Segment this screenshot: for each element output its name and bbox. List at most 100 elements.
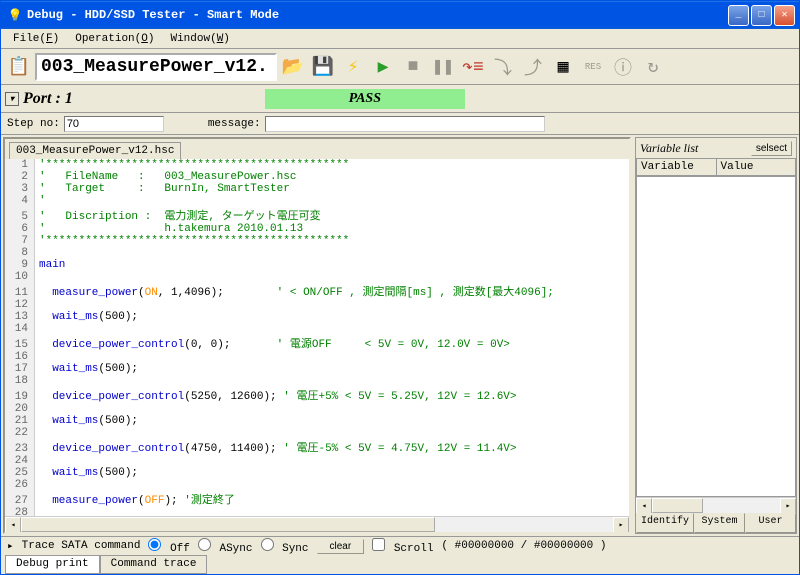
code-line[interactable]: 14 <box>5 323 629 335</box>
tab-identify[interactable]: Identify <box>636 513 694 533</box>
code-content[interactable] <box>35 403 629 415</box>
code-content[interactable]: '***************************************… <box>35 235 629 247</box>
res-icon: RES <box>579 53 607 81</box>
code-line[interactable]: 26 <box>5 479 629 491</box>
code-line[interactable]: 2' FileName : 003_MeasurePower.hsc <box>5 171 629 183</box>
code-content[interactable] <box>35 247 629 259</box>
code-content[interactable]: device_power_control(5250, 12600); ' 電圧+… <box>35 387 629 403</box>
column-variable[interactable]: Variable <box>637 159 717 175</box>
code-content[interactable]: ' Discription : 電力測定, ターゲット電圧可変 <box>35 207 629 223</box>
horizontal-scrollbar[interactable]: ◂ ▸ <box>5 516 629 532</box>
code-content[interactable] <box>35 299 629 311</box>
code-content[interactable] <box>35 455 629 467</box>
code-line[interactable]: 19 device_power_control(5250, 12600); ' … <box>5 387 629 403</box>
code-line[interactable]: 22 <box>5 427 629 439</box>
code-content[interactable]: '***************************************… <box>35 159 629 171</box>
code-content[interactable]: main <box>35 259 629 271</box>
radio-sync[interactable]: Sync <box>261 538 309 555</box>
code-content[interactable]: device_power_control(0, 0); ' 電源OFF < 5V… <box>35 335 629 351</box>
code-content[interactable]: wait_ms(500); <box>35 467 629 479</box>
code-line[interactable]: 9main <box>5 259 629 271</box>
code-line[interactable]: 27 measure_power(OFF); '測定終了 <box>5 491 629 507</box>
code-content[interactable] <box>35 427 629 439</box>
var-horizontal-scrollbar[interactable]: ◂ ▸ <box>636 497 796 513</box>
code-line[interactable]: 15 device_power_control(0, 0); ' 電源OFF <… <box>5 335 629 351</box>
code-line[interactable]: 10 <box>5 271 629 283</box>
code-content[interactable]: ' h.takemura 2010.01.13 <box>35 223 629 235</box>
close-button[interactable]: ✕ <box>774 5 795 26</box>
code-line[interactable]: 20 <box>5 403 629 415</box>
variable-title: Variable list <box>640 141 698 156</box>
checkbox-scroll[interactable]: Scroll <box>372 538 433 555</box>
code-editor[interactable]: 1'**************************************… <box>5 159 629 516</box>
tab-user[interactable]: User <box>745 513 796 533</box>
code-tab[interactable]: 003_MeasurePower_v12.hsc <box>9 142 181 159</box>
code-content[interactable]: measure_power(OFF); '測定終了 <box>35 491 629 507</box>
code-content[interactable]: wait_ms(500); <box>35 311 629 323</box>
code-line[interactable]: 25 wait_ms(500); <box>5 467 629 479</box>
code-line[interactable]: 7'**************************************… <box>5 235 629 247</box>
column-value[interactable]: Value <box>717 159 796 175</box>
open-folder-icon[interactable]: 📂 <box>279 53 307 81</box>
line-number: 3 <box>5 183 35 195</box>
code-content[interactable]: ' <box>35 195 629 207</box>
code-line[interactable]: 13 wait_ms(500); <box>5 311 629 323</box>
code-content[interactable]: measure_power(ON, 1,4096); ' < ON/OFF , … <box>35 283 629 299</box>
code-line[interactable]: 4' <box>5 195 629 207</box>
expand-icon[interactable]: ▸ <box>7 539 14 553</box>
scroll-right-icon[interactable]: ▸ <box>780 498 796 514</box>
code-content[interactable]: wait_ms(500); <box>35 415 629 427</box>
code-content[interactable] <box>35 351 629 363</box>
scroll-right-icon[interactable]: ▸ <box>613 517 629 533</box>
lightning-icon[interactable]: ⚡ <box>339 53 367 81</box>
select-button[interactable]: selsect <box>751 141 792 156</box>
code-line[interactable]: 11 measure_power(ON, 1,4096); ' < ON/OFF… <box>5 283 629 299</box>
menu-window[interactable]: Window(W) <box>162 31 237 47</box>
scroll-left-icon[interactable]: ◂ <box>636 498 652 514</box>
code-line[interactable]: 21 wait_ms(500); <box>5 415 629 427</box>
code-line[interactable]: 1'**************************************… <box>5 159 629 171</box>
code-line[interactable]: 16 <box>5 351 629 363</box>
code-content[interactable]: ' Target : BurnIn, SmartTester <box>35 183 629 195</box>
save-icon[interactable]: 💾 <box>309 53 337 81</box>
menu-file[interactable]: File(F) <box>5 31 67 47</box>
filename-input[interactable] <box>35 53 277 81</box>
code-content[interactable] <box>35 479 629 491</box>
code-line[interactable]: 23 device_power_control(4750, 11400); ' … <box>5 439 629 455</box>
code-content[interactable] <box>35 375 629 387</box>
code-line[interactable]: 18 <box>5 375 629 387</box>
variable-body[interactable] <box>636 176 796 497</box>
scroll-left-icon[interactable]: ◂ <box>5 517 21 533</box>
code-line[interactable]: 24 <box>5 455 629 467</box>
step-input[interactable] <box>64 116 164 132</box>
code-line[interactable]: 17 wait_ms(500); <box>5 363 629 375</box>
grid-icon[interactable]: ▦ <box>549 53 577 81</box>
radio-off[interactable]: Off <box>148 538 189 555</box>
clear-button[interactable]: clear <box>317 539 365 554</box>
code-content[interactable]: device_power_control(4750, 11400); ' 電圧-… <box>35 439 629 455</box>
code-line[interactable]: 3' Target : BurnIn, SmartTester <box>5 183 629 195</box>
code-line[interactable]: 12 <box>5 299 629 311</box>
code-line[interactable]: 8 <box>5 247 629 259</box>
code-content[interactable] <box>35 507 629 516</box>
code-content[interactable] <box>35 271 629 283</box>
message-input[interactable] <box>265 116 545 132</box>
tab-debug-print[interactable]: Debug print <box>5 555 100 574</box>
port-dropdown-icon[interactable]: ▾ <box>5 92 19 106</box>
code-line[interactable]: 5' Discription : 電力測定, ターゲット電圧可変 <box>5 207 629 223</box>
step-over-icon[interactable]: ↷≡ <box>459 53 487 81</box>
code-content[interactable] <box>35 323 629 335</box>
code-line[interactable]: 28 <box>5 507 629 516</box>
play-icon[interactable]: ▶ <box>369 53 397 81</box>
minimize-button[interactable]: _ <box>728 5 749 26</box>
maximize-button[interactable]: □ <box>751 5 772 26</box>
radio-async[interactable]: ASync <box>198 538 253 555</box>
code-line[interactable]: 6' h.takemura 2010.01.13 <box>5 223 629 235</box>
line-number: 22 <box>5 427 35 439</box>
menu-operation[interactable]: Operation(O) <box>67 31 162 47</box>
code-content[interactable]: wait_ms(500); <box>35 363 629 375</box>
tab-system[interactable]: System <box>694 513 745 533</box>
notes-icon[interactable]: 📋 <box>5 53 33 81</box>
tab-command-trace[interactable]: Command trace <box>100 555 208 574</box>
code-content[interactable]: ' FileName : 003_MeasurePower.hsc <box>35 171 629 183</box>
